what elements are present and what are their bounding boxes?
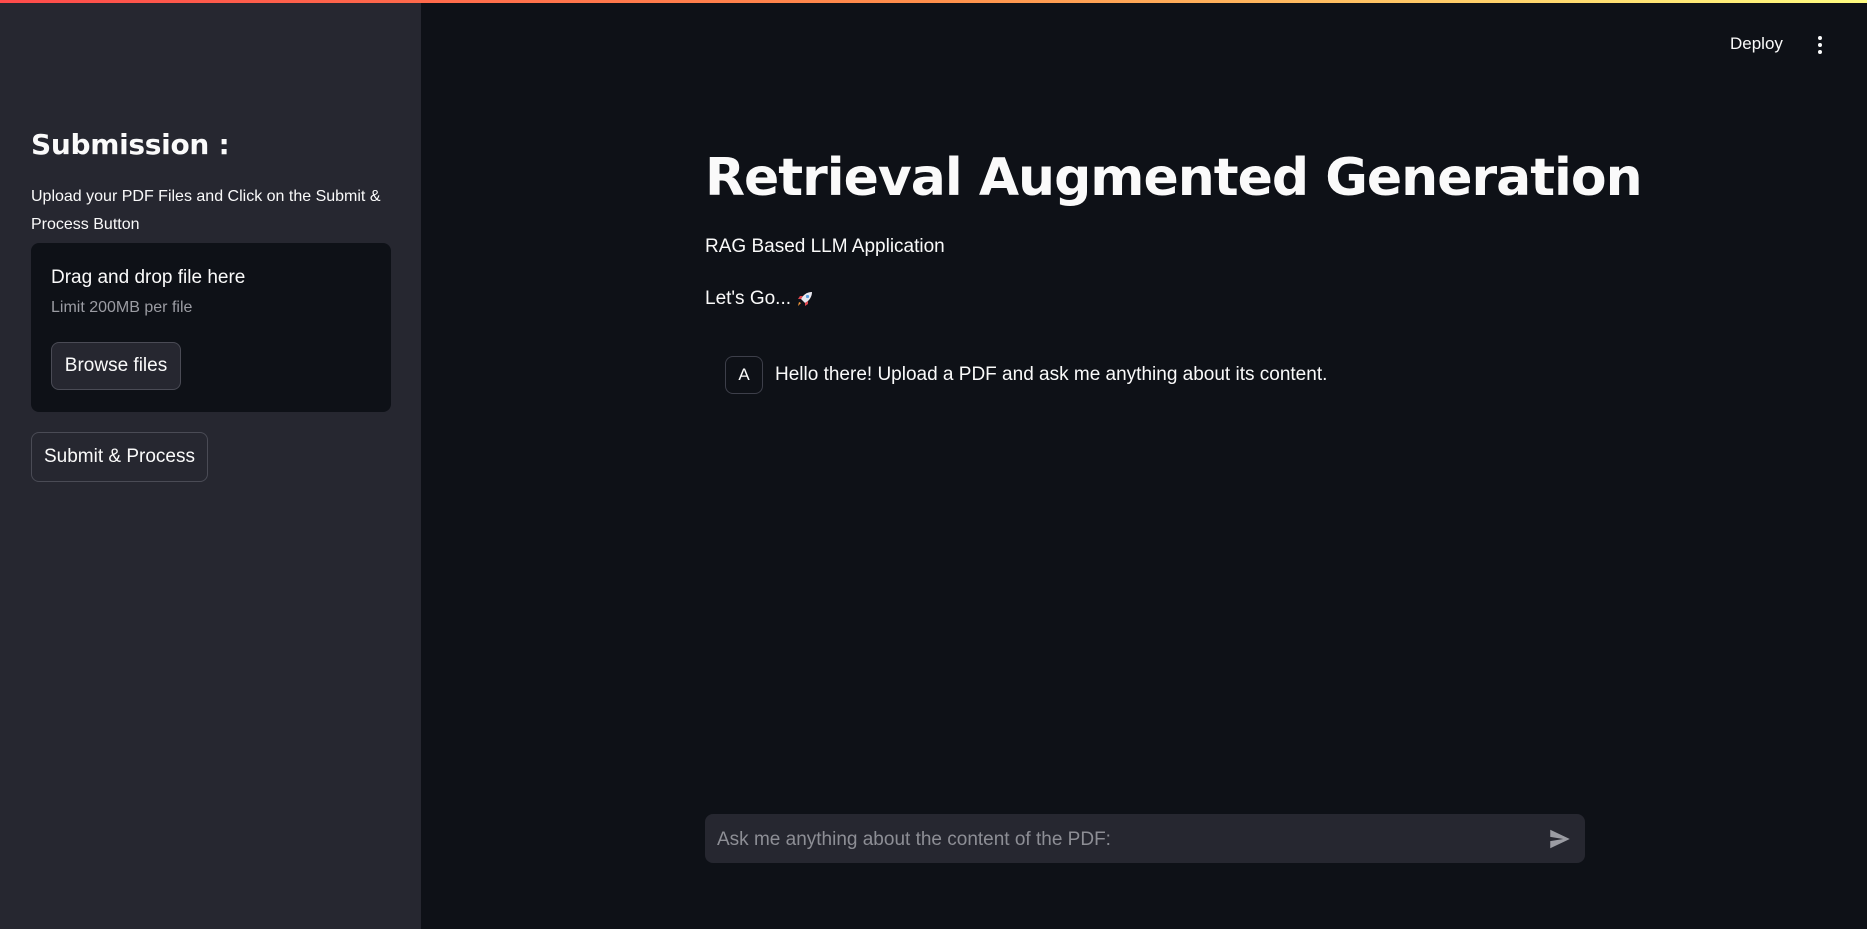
- chat-input-container: [705, 814, 1585, 865]
- assistant-avatar: A: [725, 356, 763, 394]
- sidebar-description: Upload your PDF Files and Click on the S…: [31, 188, 381, 233]
- sidebar: Submission : Upload your PDF Files and C…: [0, 0, 421, 929]
- chat-input[interactable]: [715, 814, 1519, 865]
- deploy-button[interactable]: Deploy: [1730, 34, 1783, 54]
- dropzone-limit-text: Limit 200MB per file: [51, 299, 193, 316]
- lets-go-label: Let's Go...: [705, 288, 792, 309]
- submit-process-button[interactable]: Submit & Process: [31, 432, 208, 482]
- browse-files-button[interactable]: Browse files: [51, 342, 181, 390]
- header-decoration-bar: [0, 0, 1867, 3]
- sidebar-title: Submission :: [31, 128, 230, 161]
- chat-message-text: Hello there! Upload a PDF and ask me any…: [775, 364, 1328, 385]
- vertical-dots-icon[interactable]: [1812, 34, 1828, 56]
- chat-message: A Hello there! Upload a PDF and ask me a…: [725, 356, 1327, 394]
- send-icon[interactable]: [1547, 826, 1573, 852]
- lets-go-text: Let's Go...: [705, 288, 815, 310]
- dropzone-title: Drag and drop file here: [51, 267, 246, 288]
- file-uploader-dropzone[interactable]: Drag and drop file here Limit 200MB per …: [31, 243, 391, 412]
- rocket-icon: [795, 289, 815, 309]
- page-subtitle: RAG Based LLM Application: [705, 236, 945, 257]
- page-title: Retrieval Augmented Generation: [705, 148, 1643, 208]
